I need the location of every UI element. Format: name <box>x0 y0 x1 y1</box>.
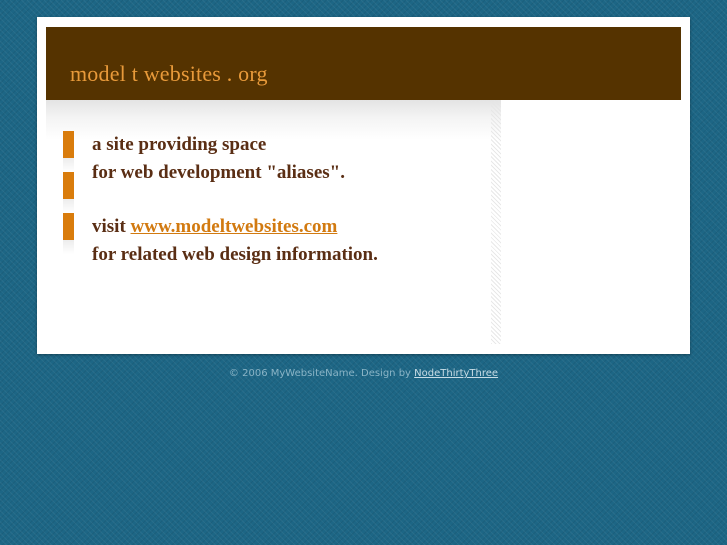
modeltwebsites-link[interactable]: www.modeltwebsites.com <box>131 216 338 237</box>
content-edge-pattern <box>491 100 501 344</box>
copyright-text: © 2006 MyWebsiteName. Design by <box>228 368 415 379</box>
accent-bar <box>63 172 74 213</box>
info-line: for related web design information. <box>92 244 378 265</box>
content-area: a site providing space for web developme… <box>46 100 501 344</box>
designer-link[interactable]: NodeThirtyThree <box>414 368 498 379</box>
visit-label: visit <box>92 216 131 237</box>
footer: © 2006 MyWebsiteName. Design by NodeThir… <box>0 368 727 379</box>
main-panel: model t websites . org a site providing … <box>37 17 690 354</box>
visit-line: visit www.modeltwebsites.com <box>92 216 337 238</box>
intro-line-1: a site providing space <box>92 134 267 155</box>
site-title: model t websites . org <box>70 61 268 86</box>
intro-line-2: for web development "aliases". <box>92 162 345 183</box>
accent-bar <box>63 213 74 254</box>
accent-bar <box>63 131 74 172</box>
site-header: model t websites . org <box>46 27 681 100</box>
